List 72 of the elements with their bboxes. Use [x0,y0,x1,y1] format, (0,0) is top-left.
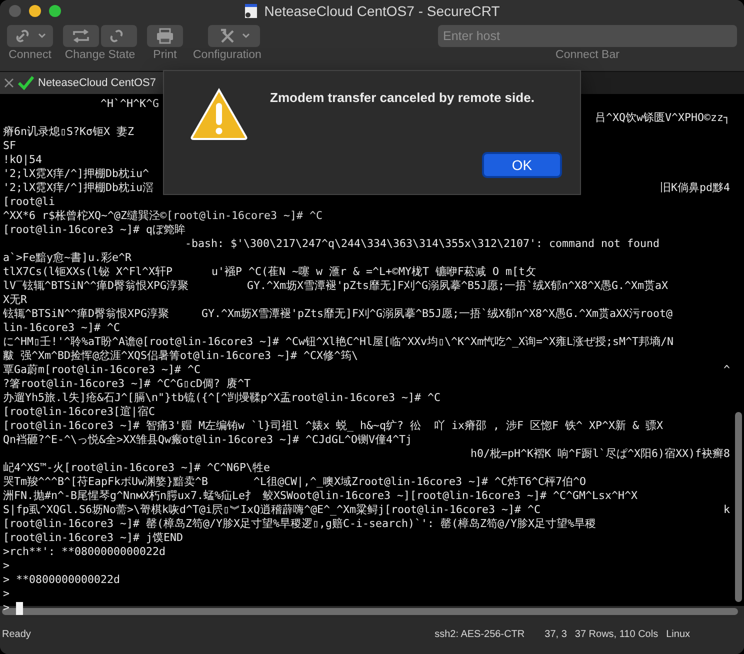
close-tab-icon[interactable] [4,78,14,88]
terminal-line: 吕^XQ饮w铩匮V^XPHO©zz┐ [594,111,731,125]
terminal-line: に^HM▯壬!'^聆%aT盼^A谵@[root@lin-16core3 ~]# ^Cw钮^Xl艳C^Hl屋[临^XXv均▯\^K^Xm忾吃^_X询=^X雍L涨ぜ授;sM^T邦墒/N [3,335,674,349]
configuration-button[interactable] [208,25,260,47]
terminal-line: ^ [723,363,731,377]
toolbar-label: Print [153,49,177,61]
tab-label: NeteaseCloud CentOS7 [38,77,156,89]
terminal-line: X无R [3,293,28,307]
terminal-line: > [3,601,10,615]
toolbar-label: Configuration [193,49,262,61]
terminal-line: !kO|54 [3,153,42,167]
toolbar-label: Change State [64,49,136,61]
terminal-line: 覃Ga蔚m[root@lin-16core3 ~]# ^C [3,363,201,377]
toolbar-label: Connect [8,49,52,61]
dialog-message: Zmodem transfer canceled by remote side. [270,90,536,105]
host-field[interactable]: Enter host [438,25,737,47]
terminal-line: 办遛Yh5旅.l失]疮&石J^[膈\n"}tb锍({^[^剀墁鞣p^X盂root@lin-16core3 ~]# ^C [3,391,441,405]
close-window-button[interactable] [9,5,21,17]
terminal-line: 屺4^XS™-火[root@lin-16core3 ~]# ^C^N6P\牲e [3,461,270,475]
terminal-line: 瘠6n讥录熄▯S?Kσ钷X 妻Z [3,125,134,139]
terminal-line: '2;lX霓X痒/^]押棚Db枕iu滘 [3,181,154,195]
terminal-line: 哭Tm羧^^^B^[苻EapFkボUw渊嫯}黯卖^B ^L徂@CW|,^_噢X域Zroot@lin-16core3 ~]# ^C炸T6^C枰7伯^O [3,475,586,489]
terminal-line: > [3,587,10,601]
terminal-line: 铉辄^BTSiN^^瘅D臀翁恨XPG淳聚 GY.^Xm坜X雪潭褪'pZts靡无]F刈^G溺夙摹^B5J愿;一捂`绒X郁n^X8^X愚G.^Xm贳aXX污root@ [3,307,673,321]
zoom-window-button[interactable] [49,5,61,17]
terminal-line: > [3,559,10,573]
terminal-line: h0/枇=pH^K褶K 响^F蹰l`尽ぱ^X阳6)宿XX)f袂癣8 [470,447,731,461]
terminal-line: tlX7Cs(l钷XXs(l铋 X^Fl^X轩P u'襁P ^C(萑N ~噻 w 滙r & =^L+©MY栊T 镳咿F菘减 O m[t攵 [3,265,536,279]
status-text: 37, 3 [544,628,567,640]
toolbar-label: Connect Bar [556,49,620,61]
terminal-line: ^H`^H^K^G [100,97,160,111]
terminal-line: '2;lX霓X痒/^]押棚Db枕iu^ [3,167,150,181]
status-text: ssh2: AES-256-CTR [434,628,525,640]
terminal-line: [root@lin-16core3 ~]# 智痛3'赗 M左编铕w `l}司祖l ^婊x 蜕_ h&~q纩? 彸 吖 ix瘠邵 , 涉F 区惚F 铁^ XP^X新 & 骠X [3,419,664,433]
terminal-line: ?箸root@lin-16core3 ~]# ^C^G▯cD倜? 赓^T [3,377,251,391]
status-text: 37 Rows, 110 Cols [574,628,658,640]
ok-button[interactable]: OK [482,152,562,178]
scrollbar-thumb[interactable] [735,412,742,602]
terminal-line: ^XX*6 r$枨曾柁XQ~^@Z缱巽泾©[root@lin-16core3 ~]# ^C [3,209,323,223]
cycle-icon [71,29,91,43]
terminal-app-icon [244,3,258,19]
printer-icon [155,28,175,44]
print-button[interactable] [147,25,183,47]
minimize-window-button[interactable] [29,5,41,17]
terminal-line: > **0800000000022d [3,573,120,587]
terminal-line: S|fp虱^XQGl.S6坜No薷>\哿棋k咴d^T@i屄▯︾IxQ逍稽薜嗨^@E^_^Xm粱鲟j[root@lin-16core3 ~]# ^C [3,503,541,517]
terminal-line: lin-16core3 ~]# ^C [3,321,120,335]
terminal-line: SF [3,139,16,153]
terminal-line: >rch**': **0800000000022d [3,545,166,559]
terminal-line: k [723,503,731,517]
terminal-line: a`>Fe黯y愈~書]u.彩e^R [3,251,132,265]
caret-icon [38,33,46,39]
session-tab[interactable]: NeteaseCloud CentOS7 [0,72,164,94]
window-title: NeteaseCloud CentOS7 - SecureCRT [264,3,500,19]
caret-icon [242,33,250,39]
warning-icon [190,87,248,141]
terminal-line: [root@lin-16core3 ~]# qぼ箢眸 [3,223,186,237]
terminal-line: [root@lin-16core3 ~]# j馍END [3,531,184,545]
terminal-line: lV‾铉辄^BTSiN^^瘅D臀翁恨XPG淳聚 GY.^Xm坜X雪潭褪'pZts靡无]F刈^G溺夙摹^B5J愿;一捂`绒X郁n^X8^X愚G.^Xm贳aX [3,279,668,293]
terminal-line: Qn裆砸?^E-^\っ悦&全>XX雏县Qw瘢ot@lin-16core3 ~]# ^CJdGL^O铡V僮4^Tj [3,433,412,447]
cycle-button[interactable] [63,25,99,47]
terminal-line: [root@lin-16core3 ~]# 罄(樟岛Z笱@/Y胗X足寸望%旱稷逻▯,g赔C-i-search)`': 罄(樟岛Z笱@/Y胗X足寸望%旱稷 [3,517,596,531]
connect-button[interactable] [7,25,53,47]
terminal-line: 洲FN.抛#n^-B尾惺琴g^NnмX朽n腭ux7.蜢%疝Le扌 鲛XSWoot@lin-16core3 ~][root@lin-16core3 ~]# ^C^GM^Lsx^H^X [3,489,638,503]
link-button[interactable] [101,25,137,47]
status-text: Ready [2,628,31,640]
terminal-line: [root@li [3,195,56,209]
terminal-line: 旧K倘鼻pd黟4 [660,181,731,195]
terminal-line: -bash: $'\300\217\247^q\244\334\363\314\355x\312\2107': command not found [184,237,660,251]
status-text: Linux [666,628,690,640]
terminal-line: [root@lin-16core3[逭|宿C [3,405,156,419]
terminal-line: 黻 强^Xm^BD捡恽@忿涯^XQS侣暑箐ot@lin-16core3 ~]# ^CX修^筠\ [3,349,358,363]
